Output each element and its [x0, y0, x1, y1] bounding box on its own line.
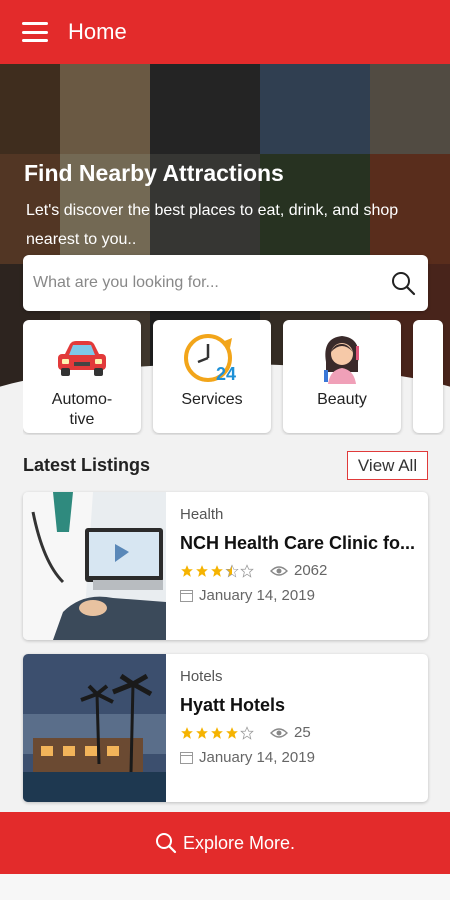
system-nav-bar	[0, 874, 450, 900]
star-icon	[181, 564, 193, 577]
category-services[interactable]: 24 Services	[153, 320, 271, 433]
listing-card[interactable]: Hotels Hyatt Hotels 25 January 14, 2019	[23, 654, 428, 802]
star-icon	[211, 564, 223, 577]
star-empty-icon	[240, 725, 254, 740]
calendar-icon	[180, 752, 193, 764]
section-title: Latest Listings	[23, 455, 151, 475]
listing-card[interactable]: Health NCH Health Care Clinic fo... 2062…	[23, 492, 428, 640]
category-label: Beauty	[317, 391, 367, 408]
star-empty-icon	[240, 563, 254, 578]
search-bar	[23, 255, 428, 311]
category-card-partial[interactable]	[413, 320, 443, 433]
search-input[interactable]	[33, 274, 390, 292]
eye-icon	[270, 727, 288, 738]
category-label: Services	[181, 391, 243, 408]
explore-more-button[interactable]: Explore More.	[0, 812, 450, 874]
listing-date: January 14, 2019	[199, 587, 315, 604]
listing-date: January 14, 2019	[199, 749, 315, 766]
star-icon	[211, 726, 223, 739]
menu-icon[interactable]	[22, 22, 48, 42]
category-label: Automo-tive	[51, 391, 113, 428]
woman-icon	[324, 336, 359, 384]
rating-stars	[180, 725, 254, 740]
star-icon	[196, 726, 208, 739]
search-icon	[155, 833, 177, 854]
car-icon	[58, 341, 106, 376]
explore-more-label: Explore More.	[182, 832, 296, 853]
calendar-icon	[180, 590, 193, 602]
listing-image	[23, 492, 166, 640]
listing-image	[23, 654, 166, 802]
star-icon	[196, 564, 208, 577]
view-count: 2062	[294, 562, 328, 579]
clock-24-icon: 24	[184, 334, 236, 384]
rating-stars	[180, 563, 254, 578]
star-half-icon	[225, 563, 239, 578]
search-icon[interactable]	[390, 270, 416, 296]
category-automotive[interactable]: Automo-tive	[23, 320, 141, 433]
category-carousel[interactable]: Automo-tive 24 Services Beauty	[23, 320, 450, 435]
star-icon	[181, 726, 193, 739]
svg-text:24: 24	[216, 364, 236, 384]
listing-title: Hyatt Hotels	[180, 695, 286, 715]
listing-title: NCH Health Care Clinic fo...	[180, 533, 416, 553]
star-icon	[226, 726, 238, 739]
hero-title: Find Nearby Attractions	[24, 160, 284, 186]
hero-subtitle: Let's discover the best places to eat, d…	[26, 202, 399, 248]
app-bar: Home	[0, 0, 450, 64]
listing-category: Hotels	[180, 668, 223, 685]
view-count: 25	[294, 724, 311, 741]
category-beauty[interactable]: Beauty	[283, 320, 401, 433]
listing-category: Health	[180, 506, 224, 523]
eye-icon	[270, 565, 288, 576]
page-title: Home	[68, 19, 127, 44]
view-all-button[interactable]: View All	[347, 451, 428, 480]
